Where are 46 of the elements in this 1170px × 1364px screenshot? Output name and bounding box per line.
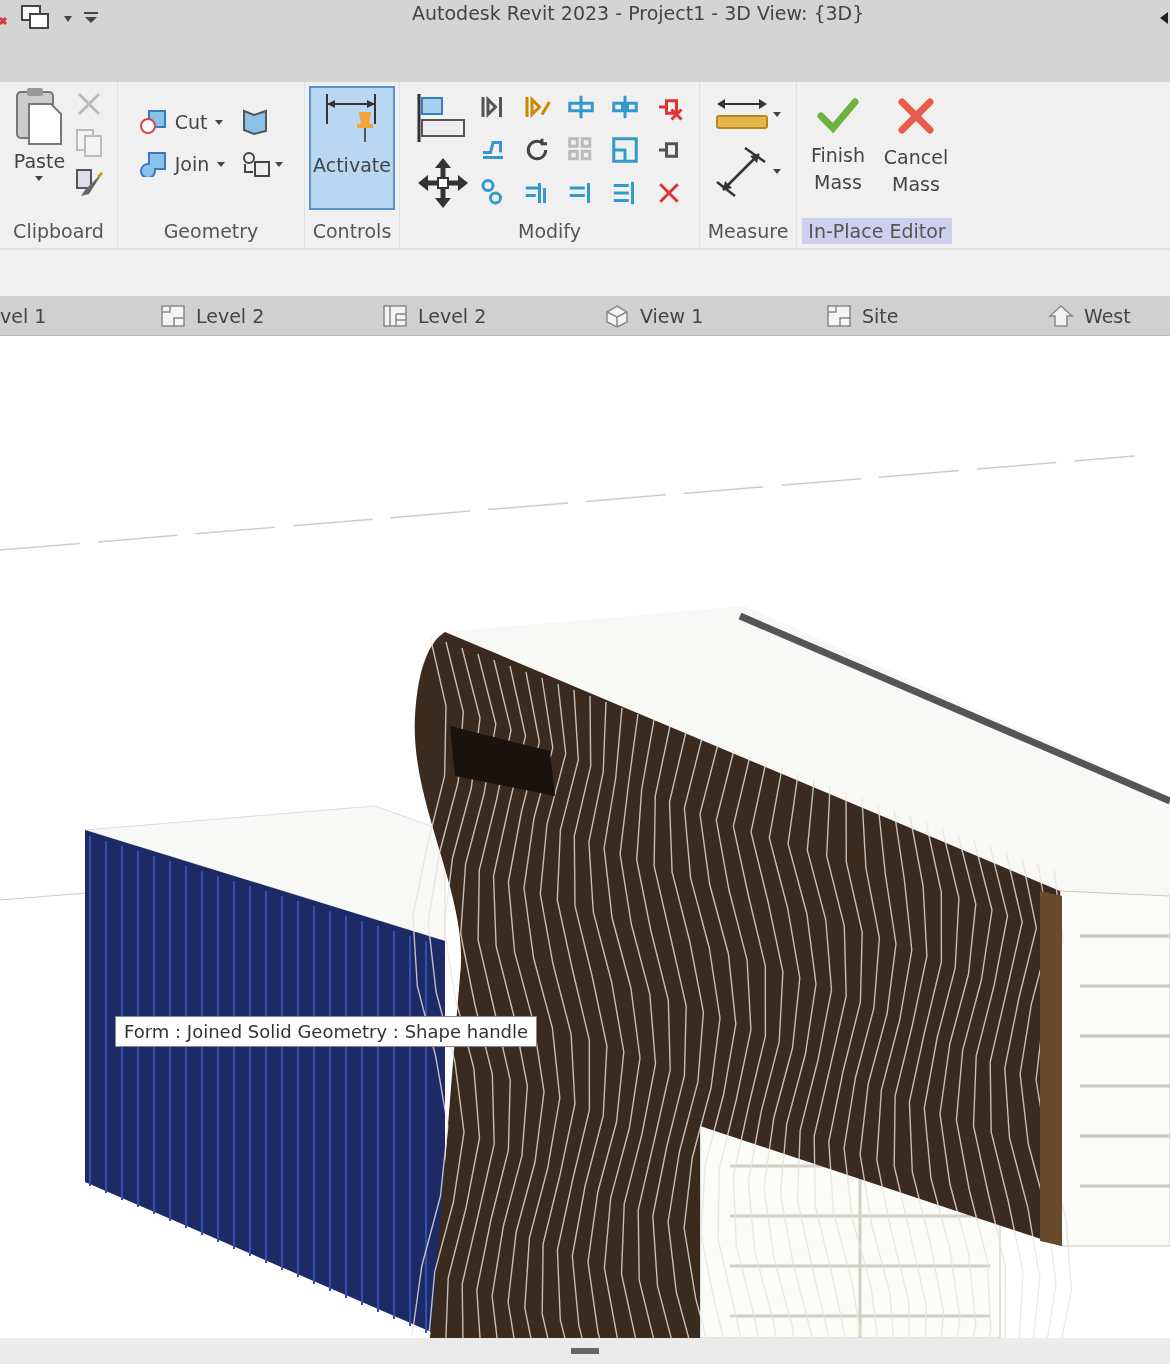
view-tab[interactable]: vel 1 [0, 304, 160, 327]
panel-title: Geometry [162, 219, 260, 244]
panel-title: In-Place Editor [802, 218, 952, 244]
caret-icon[interactable] [275, 161, 284, 167]
align-icon[interactable] [415, 92, 468, 144]
caret-icon [217, 161, 226, 167]
caret-icon [35, 176, 44, 181]
checkmark-icon [817, 96, 859, 134]
switch-windows-icon[interactable] [20, 4, 52, 32]
wall-join-icon[interactable] [241, 108, 270, 136]
panel-title: Controls [311, 219, 393, 244]
view-tab[interactable]: West [1048, 303, 1131, 328]
match-properties-icon[interactable] [75, 168, 106, 198]
panel-title: Clipboard [12, 219, 105, 244]
panel-title: Modify [517, 219, 582, 244]
ruler-icon[interactable] [715, 96, 769, 132]
clipboard-icon [15, 88, 64, 146]
view-tab[interactable]: View 1 [604, 303, 826, 328]
caret-icon [215, 119, 224, 125]
panel-title: Measure [706, 219, 790, 244]
finish-mass-button[interactable]: Finish Mass [803, 86, 873, 196]
join-geometry-icon [138, 151, 167, 177]
grip-icon[interactable] [571, 1348, 599, 1354]
scale-icon[interactable] [609, 135, 640, 165]
close-icon [896, 96, 936, 136]
cut-button[interactable]: Cut [138, 109, 226, 135]
join-button[interactable]: Join [138, 151, 226, 177]
cut-geometry-icon [138, 109, 167, 135]
view-tab[interactable]: Site [826, 303, 1048, 328]
activate-button[interactable]: Activate [309, 86, 395, 210]
view-tab[interactable]: Level 2 [160, 303, 382, 328]
caret-icon[interactable] [64, 16, 72, 22]
tooltip: Form : Joined Solid Geometry : Shape handle [115, 1016, 538, 1047]
ceiling-plan-icon [382, 303, 408, 328]
cancel-mass-button[interactable]: Cancel Mass [881, 86, 951, 198]
caret-icon[interactable] [773, 168, 781, 174]
window-title: Autodesk Revit 2023 - Project1 - 3D View: {3D} [412, 2, 865, 24]
floor-plan-icon [826, 303, 852, 328]
floor-plan-icon [160, 303, 186, 328]
3d-view-icon [604, 303, 630, 328]
paste-button[interactable]: Paste [11, 86, 68, 183]
view-tab[interactable]: Level 2 [382, 303, 604, 328]
caret-icon[interactable] [773, 111, 781, 117]
customize-menu-icon[interactable] [84, 12, 98, 24]
caret-icon[interactable] [1160, 12, 1168, 24]
split-face-icon[interactable] [241, 150, 272, 178]
